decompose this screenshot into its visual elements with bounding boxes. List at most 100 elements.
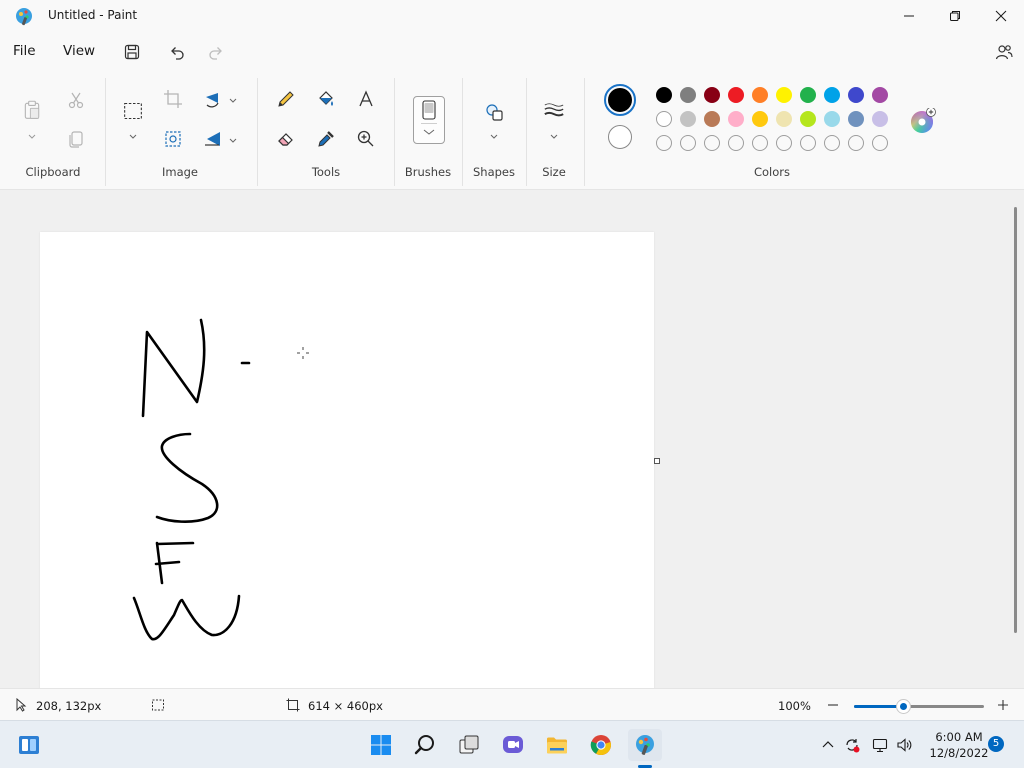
edit-colors-button[interactable] xyxy=(910,107,936,134)
restore-button[interactable] xyxy=(932,0,978,32)
custom-color-slot[interactable] xyxy=(824,135,840,151)
color-swatch[interactable] xyxy=(704,111,720,127)
size-dropdown[interactable] xyxy=(549,130,559,140)
save-button[interactable] xyxy=(120,40,144,64)
status-bar: 208, 132px 614 × 460px 100% xyxy=(0,688,1024,720)
color-swatch[interactable] xyxy=(656,87,672,103)
custom-color-slot[interactable] xyxy=(680,135,696,151)
primary-color-button[interactable] xyxy=(604,84,636,116)
color-swatch[interactable] xyxy=(824,111,840,127)
people-icon xyxy=(995,45,1013,60)
secondary-color-button[interactable] xyxy=(608,125,632,149)
canvas-resize-handle[interactable] xyxy=(654,458,660,464)
select-button[interactable] xyxy=(118,96,148,126)
color-swatch[interactable] xyxy=(680,111,696,127)
flip-dropdown[interactable] xyxy=(228,134,238,144)
selection-size-icon xyxy=(151,698,165,712)
pencil-button[interactable] xyxy=(272,85,300,113)
minimize-button[interactable] xyxy=(886,0,932,32)
widgets-button[interactable] xyxy=(12,729,46,761)
paste-icon xyxy=(24,100,40,119)
undo-button[interactable] xyxy=(165,40,189,64)
color-swatch[interactable] xyxy=(872,111,888,127)
paint-taskbar-button[interactable] xyxy=(628,729,662,761)
custom-color-slot[interactable] xyxy=(656,135,672,151)
rotate-button[interactable] xyxy=(199,85,227,113)
magnifier-button[interactable] xyxy=(352,125,380,153)
color-swatch[interactable] xyxy=(824,87,840,103)
task-view-button[interactable] xyxy=(452,729,486,761)
color-swatch[interactable] xyxy=(752,87,768,103)
zoom-out-button[interactable] xyxy=(826,698,840,712)
zoom-slider[interactable] xyxy=(854,700,984,713)
notification-badge[interactable]: 5 xyxy=(988,736,1004,752)
custom-color-slot[interactable] xyxy=(848,135,864,151)
clock-date[interactable]: 12/8/2022 xyxy=(924,746,994,760)
flip-button[interactable] xyxy=(199,125,227,153)
color-swatch[interactable] xyxy=(656,111,672,127)
brushes-button[interactable] xyxy=(413,96,445,144)
view-menu[interactable]: View xyxy=(63,43,95,59)
shapes-dropdown[interactable] xyxy=(489,130,499,140)
redo-button[interactable] xyxy=(204,40,228,64)
file-menu[interactable]: File xyxy=(13,43,36,59)
zoom-slider-thumb[interactable] xyxy=(897,700,911,713)
close-button[interactable] xyxy=(978,0,1024,32)
paste-button[interactable] xyxy=(18,94,46,126)
color-swatch[interactable] xyxy=(800,111,816,127)
crop-button[interactable] xyxy=(159,85,187,113)
chat-button[interactable] xyxy=(496,729,530,761)
crop-icon xyxy=(164,90,182,108)
shapes-button[interactable] xyxy=(480,98,508,126)
custom-color-slot[interactable] xyxy=(776,135,792,151)
color-swatch[interactable] xyxy=(704,87,720,103)
custom-color-slot[interactable] xyxy=(728,135,744,151)
paste-dropdown[interactable] xyxy=(27,130,37,140)
close-icon xyxy=(995,10,1007,22)
eraser-button[interactable] xyxy=(272,125,300,153)
custom-color-slot[interactable] xyxy=(872,135,888,151)
text-button[interactable] xyxy=(352,85,380,113)
color-swatch[interactable] xyxy=(848,87,864,103)
image-select-button[interactable] xyxy=(159,125,187,153)
color-swatch[interactable] xyxy=(800,87,816,103)
rotate-dropdown[interactable] xyxy=(228,94,238,104)
cut-button[interactable] xyxy=(62,86,90,114)
copy-button[interactable] xyxy=(62,125,90,153)
drawing-canvas[interactable] xyxy=(40,232,654,688)
custom-color-slot[interactable] xyxy=(752,135,768,151)
color-swatch[interactable] xyxy=(680,87,696,103)
save-icon xyxy=(124,44,140,60)
start-button[interactable] xyxy=(364,729,398,761)
sync-status-button[interactable] xyxy=(844,737,860,753)
color-swatch[interactable] xyxy=(728,87,744,103)
chevron-down-icon xyxy=(28,134,36,139)
size-button[interactable] xyxy=(540,96,568,124)
account-button[interactable] xyxy=(992,40,1016,64)
select-dropdown[interactable] xyxy=(128,130,138,140)
taskbar-search-button[interactable] xyxy=(408,729,442,761)
stroke-letter-w xyxy=(132,594,241,641)
color-picker-button[interactable] xyxy=(312,125,340,153)
color-swatch[interactable] xyxy=(848,111,864,127)
color-swatch[interactable] xyxy=(776,87,792,103)
vertical-scrollbar[interactable] xyxy=(1014,207,1017,633)
color-swatch[interactable] xyxy=(728,111,744,127)
chrome-button[interactable] xyxy=(584,729,618,761)
primary-color-swatch xyxy=(608,88,632,112)
network-button[interactable] xyxy=(872,737,888,753)
show-hidden-icons-button[interactable] xyxy=(820,737,836,753)
rotate-icon xyxy=(206,93,219,108)
fill-button[interactable] xyxy=(312,85,340,113)
file-explorer-button[interactable] xyxy=(540,729,574,761)
zoom-in-button[interactable] xyxy=(996,698,1010,712)
color-swatch[interactable] xyxy=(872,87,888,103)
chevron-up-icon xyxy=(822,741,834,748)
custom-color-slot[interactable] xyxy=(800,135,816,151)
menu-bar: File View xyxy=(0,32,1024,72)
color-swatch[interactable] xyxy=(776,111,792,127)
clock-time[interactable]: 6:00 AM xyxy=(924,730,994,744)
custom-color-slot[interactable] xyxy=(704,135,720,151)
color-swatch[interactable] xyxy=(752,111,768,127)
volume-button[interactable] xyxy=(896,737,912,753)
